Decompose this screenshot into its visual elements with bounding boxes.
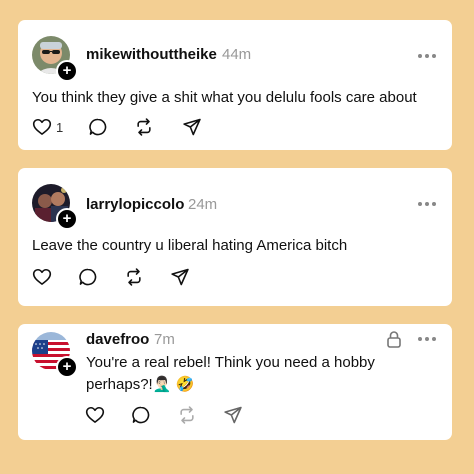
comment-button[interactable] — [78, 267, 98, 289]
send-icon — [171, 268, 189, 286]
action-bar: 1 — [32, 117, 232, 139]
timestamp: 44m — [222, 46, 252, 63]
like-button[interactable] — [32, 267, 52, 289]
lock-icon — [386, 330, 402, 353]
share-button[interactable] — [223, 405, 243, 427]
follow-plus-icon[interactable]: + — [56, 208, 78, 230]
repost-button[interactable] — [124, 267, 144, 289]
comment-button[interactable] — [88, 117, 108, 139]
post-text-line-1: You're a real rebel! Think you need a ho… — [86, 354, 375, 371]
username[interactable]: mikewithouttheike — [86, 46, 217, 63]
repost-icon — [180, 406, 194, 424]
share-button[interactable] — [182, 117, 202, 139]
action-bar — [32, 267, 232, 289]
comment-button[interactable] — [131, 405, 151, 427]
share-button[interactable] — [170, 267, 190, 289]
action-bar — [85, 405, 285, 427]
heart-icon — [85, 406, 105, 423]
post-card[interactable]: + davefroo 7m You're a real rebel! Think… — [18, 324, 452, 440]
like-button[interactable]: 1 — [32, 117, 63, 139]
more-dots-icon[interactable] — [418, 53, 436, 59]
avatar[interactable]: + — [32, 332, 78, 378]
username[interactable]: larrylopiccolo — [86, 196, 184, 213]
follow-plus-icon[interactable]: + — [56, 60, 78, 82]
more-dots-icon[interactable] — [418, 336, 436, 342]
like-button[interactable] — [85, 405, 105, 427]
timestamp: 7m — [154, 331, 175, 348]
timestamp: 24m — [188, 196, 218, 213]
heart-icon — [32, 118, 52, 135]
follow-plus-icon[interactable]: + — [56, 356, 78, 378]
comment-icon — [132, 406, 150, 424]
avatar[interactable]: + — [32, 184, 78, 230]
post-card[interactable]: + larrylopiccolo 24m Leave the country u… — [18, 168, 452, 306]
post-text: Leave the country u liberal hating Ameri… — [32, 237, 348, 254]
heart-icon — [32, 268, 52, 285]
repost-icon — [137, 118, 151, 136]
send-icon — [224, 406, 242, 424]
like-count: 1 — [56, 120, 64, 135]
avatar[interactable]: + — [32, 36, 78, 82]
repost-button[interactable] — [134, 117, 154, 139]
username[interactable]: davefroo — [86, 331, 149, 348]
repost-icon — [127, 268, 141, 286]
post-text-line-2: perhaps?!🤦🏻‍♂️ 🤣 — [86, 376, 195, 393]
comment-icon — [79, 268, 97, 286]
post-card[interactable]: + mikewithouttheike 44m You think they g… — [18, 20, 452, 150]
send-icon — [183, 118, 201, 136]
comment-icon — [89, 118, 107, 136]
post-text: You think they give a shit what you delu… — [32, 89, 417, 106]
repost-button — [177, 405, 197, 427]
more-dots-icon[interactable] — [418, 201, 436, 207]
